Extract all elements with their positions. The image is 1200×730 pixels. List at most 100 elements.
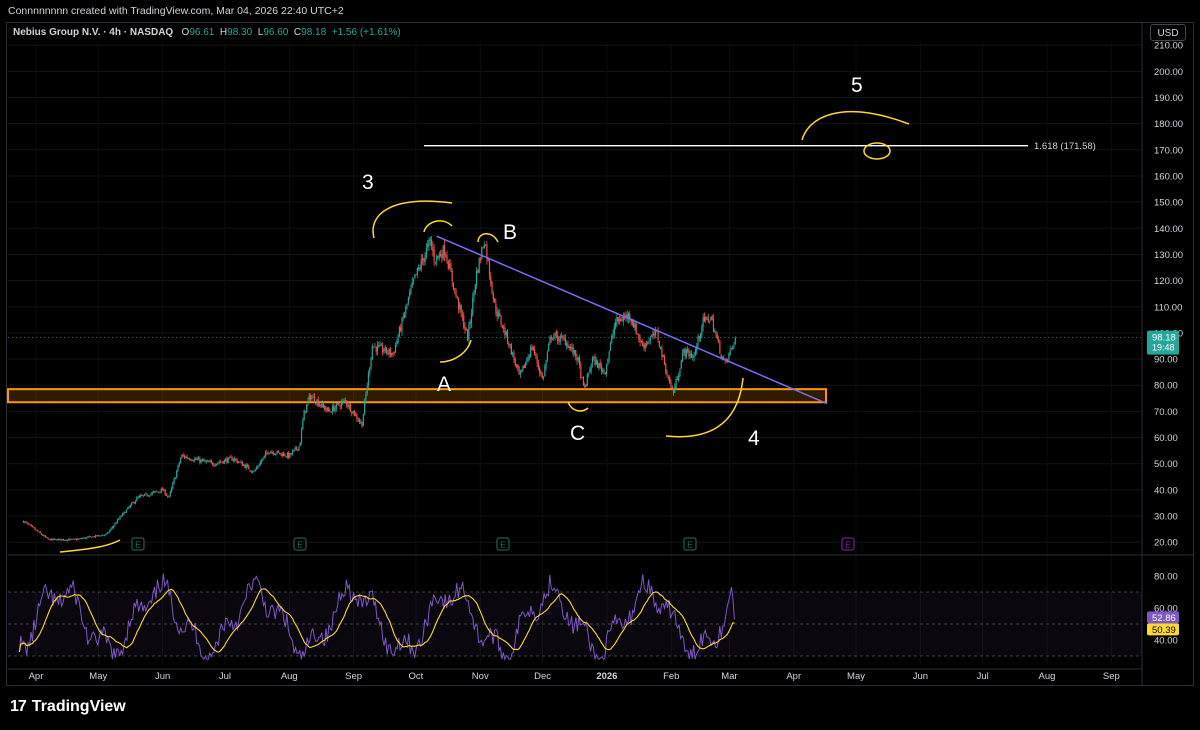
earnings-marker-letter: E xyxy=(687,540,693,550)
candle-body xyxy=(706,316,708,318)
candle-body xyxy=(276,450,278,454)
price-tick-label: 40.00 xyxy=(1154,485,1178,496)
candle-body xyxy=(31,525,34,527)
candle-body xyxy=(521,369,523,372)
candle-body xyxy=(312,396,314,398)
candle-body xyxy=(612,333,614,337)
candle-body xyxy=(185,456,187,459)
price-chart[interactable]: 20.00 30.00 40.00 50.00 60.00 70.00 80.00 90.00… xyxy=(0,0,1200,730)
candle-body xyxy=(620,318,622,322)
candle-body xyxy=(442,245,444,259)
candle-body xyxy=(92,536,94,538)
candle-body xyxy=(182,454,184,456)
support-zone xyxy=(7,388,827,404)
candle-body xyxy=(730,347,733,349)
candle-body xyxy=(527,357,529,361)
candle-body xyxy=(692,356,694,358)
candle-body xyxy=(74,538,76,540)
candle-body xyxy=(123,511,125,514)
earnings-marker-icon: E xyxy=(683,537,697,551)
candle-body xyxy=(421,257,424,261)
candle-body xyxy=(364,400,366,414)
candle-body xyxy=(249,469,251,471)
candle-body xyxy=(154,491,156,493)
last-price-badge-countdown: 19:48 xyxy=(1152,343,1175,353)
candle-body xyxy=(140,495,142,497)
candle-body xyxy=(55,538,57,540)
tradingview-logo[interactable]: 17 TradingView xyxy=(10,698,126,716)
earnings-marker-icon: E xyxy=(293,537,307,551)
candle-body xyxy=(37,530,39,532)
candle-body xyxy=(551,338,554,340)
candle-body xyxy=(248,465,250,470)
candle-body xyxy=(173,478,175,483)
annotation-arc xyxy=(665,377,744,438)
candle-body xyxy=(212,462,214,466)
candle-body xyxy=(467,329,469,341)
candle-body xyxy=(414,274,416,279)
candle-body xyxy=(338,403,340,406)
candle-body xyxy=(275,453,277,455)
candle-body xyxy=(429,239,431,241)
candle-body xyxy=(634,323,636,329)
brand-name: TradingView xyxy=(31,698,126,715)
candle-body xyxy=(181,455,183,458)
candle-body xyxy=(84,537,86,539)
currency-button[interactable]: USD xyxy=(1150,24,1186,41)
candle-body xyxy=(672,389,675,394)
rsi-badge-value: 52.86 xyxy=(1152,613,1176,624)
candle-body xyxy=(352,411,354,413)
earnings-marker-icon: E xyxy=(496,537,510,551)
candle-body xyxy=(101,534,103,537)
candle-body xyxy=(82,538,84,540)
candle-body xyxy=(553,337,555,339)
candle-body xyxy=(728,353,730,360)
candle-body xyxy=(603,370,605,372)
candle-body xyxy=(165,494,168,496)
candle-body xyxy=(382,345,384,353)
candle-body xyxy=(481,247,483,259)
candle-body xyxy=(611,335,613,343)
candle-body xyxy=(447,261,449,269)
candle-body xyxy=(177,465,179,471)
candle-body xyxy=(618,319,621,322)
candle-body xyxy=(298,446,300,451)
candle-body xyxy=(109,530,111,533)
candle-body xyxy=(606,364,608,374)
candle-body xyxy=(294,447,296,450)
candle-body xyxy=(122,513,124,516)
candle-body xyxy=(285,456,287,458)
candle-body xyxy=(361,421,363,427)
candle-body xyxy=(98,535,101,537)
candle-body xyxy=(142,495,144,497)
candle-body xyxy=(423,258,425,262)
candle-body xyxy=(463,315,465,328)
candle-body xyxy=(526,360,528,362)
candle-body xyxy=(419,268,421,269)
candle-body xyxy=(167,495,169,497)
candle-body xyxy=(604,372,606,374)
earnings-marker-letter: E xyxy=(845,540,851,550)
candle-body xyxy=(325,408,327,410)
change-value: +1.56 (+1.61%) xyxy=(331,27,401,38)
candle-body xyxy=(340,402,343,407)
candle-body xyxy=(349,404,352,412)
candle-body xyxy=(348,404,350,408)
candle-body xyxy=(705,317,707,321)
candle-body xyxy=(378,345,380,347)
candle-body xyxy=(451,270,453,282)
candle-body xyxy=(102,535,104,536)
candle-body xyxy=(567,344,569,349)
earnings-marker-icon: E xyxy=(131,537,145,551)
candle-body xyxy=(56,539,58,541)
candle-body xyxy=(488,261,491,276)
candle-body xyxy=(675,378,677,388)
candle-body xyxy=(239,461,241,463)
candle-body xyxy=(591,357,594,365)
candle-body xyxy=(374,346,376,348)
candle-body xyxy=(258,465,260,467)
candle-body xyxy=(218,462,220,464)
candle-body xyxy=(464,326,466,330)
candle-body xyxy=(642,342,644,347)
candle-body xyxy=(403,314,406,318)
